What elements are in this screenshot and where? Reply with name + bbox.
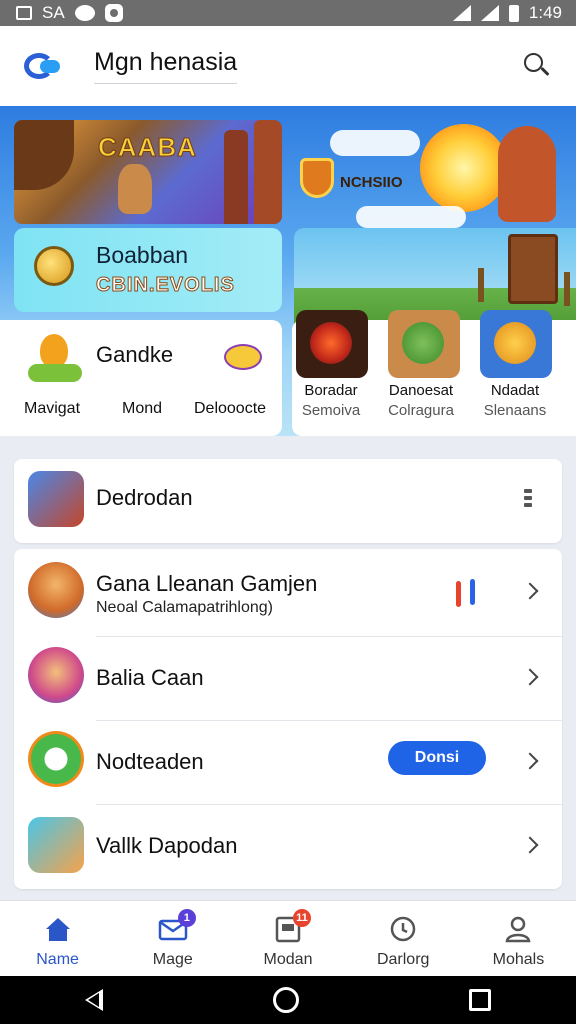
gallery-notification-icon bbox=[16, 6, 32, 20]
promo-card[interactable]: Boabban CBIN.EVOLIS bbox=[14, 228, 282, 312]
chevron-right-icon bbox=[521, 752, 539, 770]
app-header: Mgn henasia bbox=[0, 26, 576, 106]
status-right: 1:49 bbox=[452, 3, 562, 23]
palm-tree-illustration bbox=[478, 268, 484, 302]
promo-card-title: Boabban bbox=[96, 242, 189, 268]
action-button[interactable]: Donsi bbox=[388, 741, 486, 775]
featured-link[interactable]: Delooocte bbox=[194, 400, 266, 418]
search-app-icon bbox=[28, 731, 84, 787]
notification-badge: 11 bbox=[293, 909, 311, 927]
message-notification-icon bbox=[74, 5, 95, 21]
nav-label: Modan bbox=[263, 951, 313, 968]
featured-link[interactable]: Mavigat bbox=[24, 400, 80, 418]
tower-illustration bbox=[254, 120, 282, 224]
home-icon bbox=[43, 915, 73, 943]
recent-apps-icon[interactable] bbox=[469, 989, 491, 1011]
status-left: SA bbox=[16, 3, 123, 23]
app-logo-icon bbox=[24, 51, 64, 81]
list-item-title: Nodteaden bbox=[96, 749, 204, 774]
cloud-illustration bbox=[356, 206, 466, 228]
list-item[interactable]: Nodteaden Donsi bbox=[14, 721, 562, 805]
wifi-icon bbox=[452, 5, 471, 21]
nav-label: Darlorg bbox=[376, 951, 430, 968]
temple-illustration bbox=[508, 234, 558, 304]
promo-card-subtitle: CBIN.EVOLIS bbox=[96, 274, 235, 297]
page-title: Mgn henasia bbox=[94, 48, 238, 84]
banner-badge-text: NCHSIIO bbox=[340, 174, 403, 191]
game-avatar bbox=[28, 817, 84, 873]
news-icon: 11 bbox=[273, 909, 311, 943]
top-list-card[interactable]: Dedrodan bbox=[14, 459, 562, 543]
chevron-right-icon bbox=[521, 582, 539, 600]
app-notification-icon bbox=[104, 4, 123, 22]
cloud-illustration bbox=[330, 130, 420, 156]
creature-illustration bbox=[14, 120, 74, 190]
top-item-title: Dedrodan bbox=[96, 485, 193, 510]
chevron-right-icon bbox=[521, 668, 539, 686]
nav-label: Mage bbox=[152, 951, 193, 968]
game-tile-subtitle: Slenaans bbox=[483, 402, 547, 419]
list-item-title: Gana Lleanan Gamjen bbox=[96, 571, 318, 596]
game-tile[interactable] bbox=[480, 310, 552, 378]
battery-icon bbox=[508, 4, 519, 22]
nav-item-news[interactable]: 11 Modan bbox=[230, 901, 345, 976]
notification-badge: 1 bbox=[177, 909, 196, 927]
signal-icon bbox=[480, 5, 499, 21]
mail-icon: 1 bbox=[158, 909, 196, 943]
coin-icon bbox=[34, 246, 74, 286]
featured-panel: Gandke Mavigat Mond Delooocte bbox=[0, 320, 282, 436]
game-tile[interactable] bbox=[388, 310, 460, 378]
banner-title: CAABA bbox=[98, 132, 197, 163]
bottom-navigation: Name 1 Mage 11 Modan Darlorg Mohals bbox=[0, 900, 576, 976]
profile-icon bbox=[503, 915, 533, 943]
tower-illustration bbox=[224, 130, 248, 224]
game-avatar bbox=[28, 562, 84, 618]
featured-title: Gandke bbox=[96, 342, 174, 367]
game-tile-subtitle: Semoiva bbox=[301, 402, 361, 419]
game-tile[interactable] bbox=[296, 310, 368, 378]
banner-game-card[interactable]: CAABA bbox=[14, 120, 282, 224]
game-tile-name: Boradar bbox=[304, 382, 358, 399]
list-item-subtitle: Neoal Calamapatrihlong) bbox=[96, 599, 273, 616]
palm-tree-illustration bbox=[564, 272, 570, 306]
game-tile-subtitle: Colragura bbox=[388, 402, 454, 419]
system-navigation-bar bbox=[0, 976, 576, 1024]
nav-item-home[interactable]: Name bbox=[0, 901, 115, 976]
game-icon bbox=[402, 322, 444, 364]
status-bar: SA 1:49 bbox=[0, 0, 576, 26]
list-item-title: Vallk Dapodan bbox=[96, 833, 238, 858]
shield-icon bbox=[300, 158, 334, 198]
game-avatar bbox=[28, 647, 84, 703]
more-options-icon[interactable] bbox=[524, 489, 534, 511]
sun-illustration bbox=[420, 124, 508, 212]
game-list: Gana Lleanan Gamjen Neoal Calamapatrihlo… bbox=[14, 549, 562, 889]
list-item-title: Balia Caan bbox=[96, 665, 204, 690]
nav-label: Name bbox=[36, 951, 79, 968]
nav-item-profile[interactable]: Mohals bbox=[461, 901, 576, 976]
chevron-right-icon bbox=[521, 836, 539, 854]
campfire-icon bbox=[28, 334, 82, 384]
nav-item-messages[interactable]: 1 Mage bbox=[115, 901, 230, 976]
game-icon bbox=[494, 322, 536, 364]
status-time: 1:49 bbox=[528, 3, 562, 22]
clock-icon bbox=[388, 915, 418, 943]
character-illustration bbox=[498, 126, 556, 222]
list-item[interactable]: Vallk Dapodan bbox=[14, 805, 562, 889]
character-illustration bbox=[118, 164, 152, 214]
music-icon bbox=[454, 577, 484, 609]
status-left-text: SA bbox=[42, 3, 65, 22]
list-item[interactable]: Balia Caan bbox=[14, 637, 562, 721]
game-icon bbox=[310, 322, 352, 364]
back-icon[interactable] bbox=[85, 989, 103, 1011]
home-button-icon[interactable] bbox=[273, 987, 299, 1013]
featured-link[interactable]: Mond bbox=[122, 400, 162, 418]
treasure-icon bbox=[224, 344, 262, 370]
nav-item-history[interactable]: Darlorg bbox=[346, 901, 461, 976]
search-icon[interactable] bbox=[522, 51, 552, 81]
game-tile-name: Ndadat bbox=[490, 382, 540, 399]
nav-label: Mohals bbox=[492, 951, 545, 968]
list-item[interactable]: Gana Lleanan Gamjen Neoal Calamapatrihlo… bbox=[14, 549, 562, 633]
game-avatar bbox=[28, 471, 84, 527]
game-tile-name: Danoesat bbox=[388, 382, 454, 399]
